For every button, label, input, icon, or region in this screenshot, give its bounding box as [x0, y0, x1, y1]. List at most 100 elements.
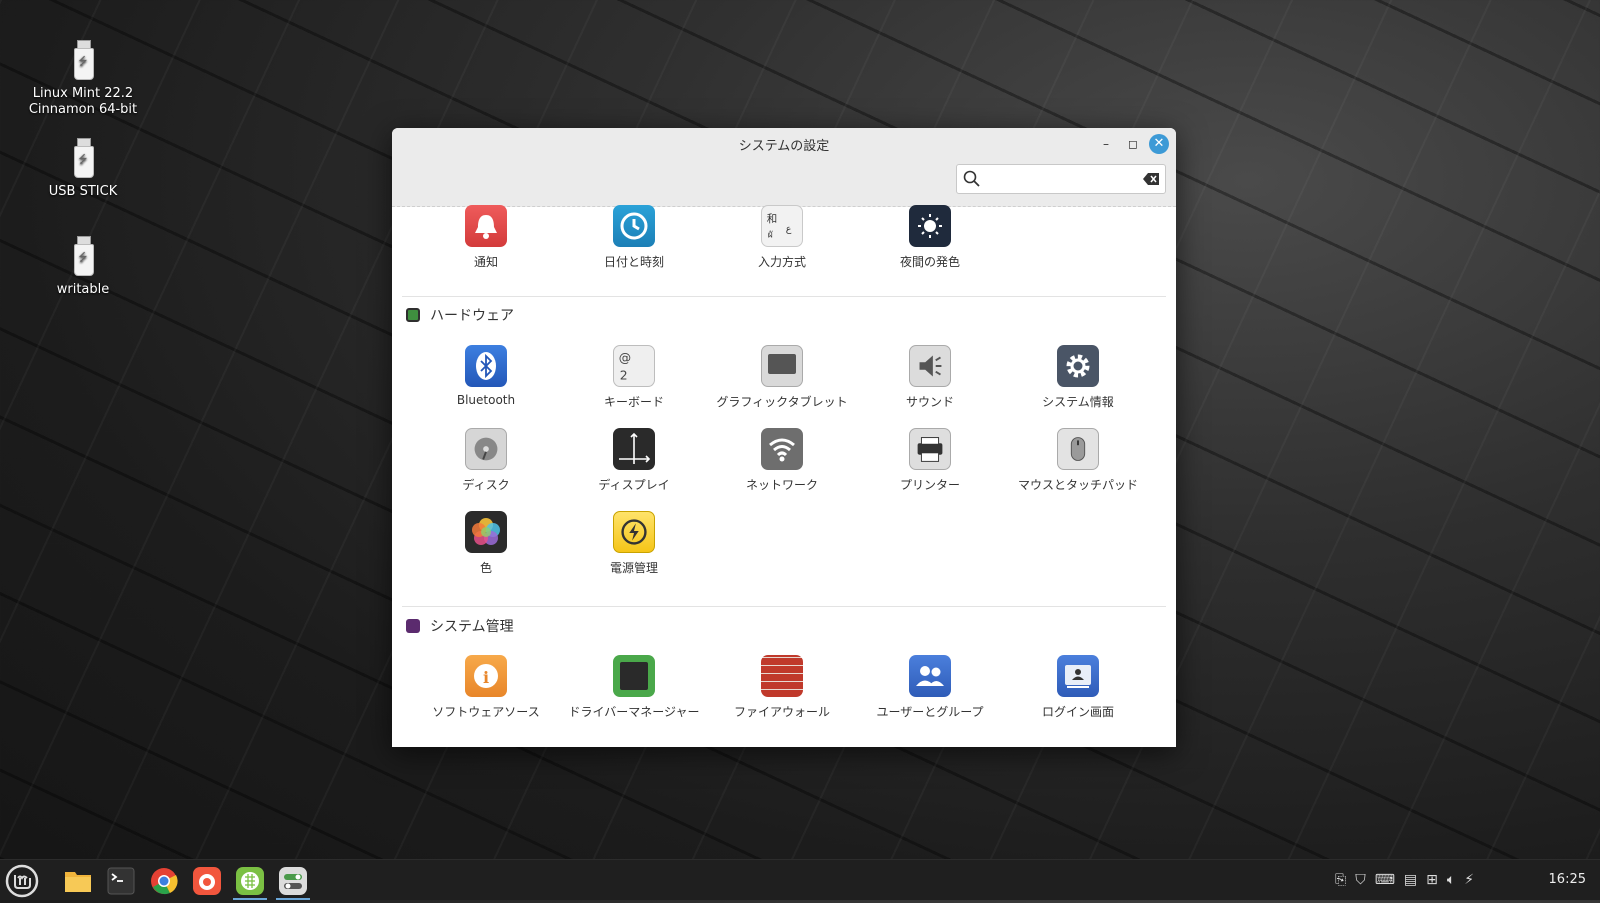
applet-network[interactable]: ネットワーク	[708, 428, 856, 493]
settings-icon	[279, 867, 307, 895]
applet-label: 電源管理	[609, 561, 658, 575]
applet-label: ドライバーマネージャー	[568, 705, 700, 719]
svg-text:和: 和	[767, 213, 777, 225]
applet-night-light[interactable]: 夜間の発色	[856, 205, 1004, 270]
usb-drive-icon: ⭍	[73, 236, 94, 276]
display-icon	[613, 428, 655, 470]
applet-input-method[interactable]: 和 ผั ع 入力方式	[708, 205, 856, 270]
desktop-icon-label: USB STICK	[48, 184, 118, 199]
applet-label: 日付と時刻	[603, 255, 664, 269]
login-window-icon	[1057, 655, 1099, 697]
taskbar-spreadsheet[interactable]	[231, 863, 269, 900]
applet-label: 通知	[473, 255, 498, 269]
notes-icon[interactable]: ▤	[1404, 872, 1417, 888]
keyboard-layout-icon[interactable]: ⌨	[1375, 872, 1395, 888]
taskbar-firefox[interactable]	[188, 863, 226, 899]
window-title: システムの設定	[738, 139, 830, 154]
titlebar[interactable]: システムの設定 – ◻ ✕	[392, 128, 1176, 207]
applet-software-sources[interactable]: i ソフトウェアソース	[412, 655, 560, 720]
maximize-button[interactable]: ◻	[1123, 134, 1143, 154]
applet-label: グラフィックタブレット	[716, 395, 848, 409]
applet-label: Bluetooth	[456, 393, 516, 407]
applet-label: ログイン画面	[1041, 705, 1114, 719]
applet-firewall[interactable]: ファイアウォール	[708, 655, 856, 720]
taskbar-system-settings[interactable]	[274, 863, 312, 900]
mouse-icon	[1057, 428, 1099, 470]
applet-label: ディスク	[462, 478, 510, 492]
search-field[interactable]	[956, 164, 1166, 194]
applet-sound[interactable]: サウンド	[856, 345, 1004, 410]
mint-menu-button[interactable]	[3, 863, 41, 899]
volume-icon[interactable]: 🔈︎	[1447, 872, 1455, 888]
input-method-icon: 和 ผั ع	[761, 205, 803, 247]
admin-terminal-icon	[406, 619, 420, 633]
clock[interactable]: 16:25	[1549, 872, 1586, 887]
applet-date-time[interactable]: 日付と時刻	[560, 205, 708, 270]
applet-color[interactable]: 色	[412, 511, 560, 576]
clock-icon	[613, 205, 655, 247]
printer-icon	[909, 428, 951, 470]
applet-label: マウスとタッチパッド	[1017, 478, 1138, 492]
applet-display[interactable]: ディスプレイ	[560, 428, 708, 493]
firefox-icon	[193, 867, 221, 895]
applet-label: ユーザーとグループ	[876, 705, 984, 719]
section-title: システム管理	[430, 619, 514, 635]
section-separator	[402, 606, 1166, 607]
desktop-icon-writable[interactable]: ⭍ writable	[28, 236, 138, 298]
network-tray-icon[interactable]: ⊞	[1426, 872, 1438, 888]
applet-label: 入力方式	[757, 255, 806, 269]
applet-login-window[interactable]: ログイン画面	[1004, 655, 1152, 720]
night-light-icon	[909, 205, 951, 247]
applet-keyboard[interactable]: @2 キーボード	[560, 345, 708, 410]
applet-mouse-touchpad[interactable]: マウスとタッチパッド	[1004, 428, 1152, 493]
driver-manager-icon	[613, 655, 655, 697]
applet-power-management[interactable]: 電源管理	[560, 511, 708, 576]
applet-label: ソフトウェアソース	[432, 705, 540, 719]
applet-notifications[interactable]: 通知	[412, 205, 560, 270]
power-tray-icon[interactable]: ⚡︎	[1464, 872, 1474, 888]
section-separator	[402, 296, 1166, 297]
taskbar: ⎘ ⛉ ⌨ ▤ ⊞ 🔈︎ ⚡︎ 16:25	[0, 859, 1600, 900]
svg-text:ع: ع	[786, 224, 792, 235]
system-settings-window: システムの設定 – ◻ ✕ 通知 日付と時刻 和ผั ع 入力方式 夜間の発色 …	[392, 128, 1176, 747]
section-header-hardware: ハードウェア	[406, 305, 514, 325]
usb-drive-icon: ⭍	[73, 138, 94, 178]
applet-system-info[interactable]: システム情報	[1004, 345, 1152, 410]
desktop-icon-usb-stick[interactable]: ⭍ USB STICK	[28, 138, 138, 200]
applet-graphics-tablet[interactable]: グラフィックタブレット	[708, 345, 856, 410]
mint-menu-icon	[5, 864, 39, 898]
applet-bluetooth[interactable]: Bluetooth	[412, 345, 560, 407]
search-input[interactable]	[985, 169, 1139, 191]
applet-label: システム情報	[1042, 395, 1114, 409]
svg-text:i: i	[483, 668, 489, 687]
applet-disks[interactable]: ディスク	[412, 428, 560, 493]
minimize-button[interactable]: –	[1096, 134, 1116, 154]
applet-label: サウンド	[905, 395, 954, 409]
sound-icon	[909, 345, 951, 387]
taskbar-terminal[interactable]	[102, 863, 140, 899]
svg-text:2: 2	[620, 368, 628, 382]
files-folder-icon	[65, 872, 91, 892]
search-icon	[963, 170, 980, 187]
clear-search-icon[interactable]	[1143, 173, 1159, 185]
keyboard-icon: @2	[613, 345, 655, 387]
taskbar-files[interactable]	[59, 863, 97, 899]
desktop-icon-label: Cinnamon 64-bit	[28, 102, 138, 117]
terminal-icon	[107, 867, 135, 895]
clipboard-icon[interactable]: ⎘	[1335, 872, 1346, 888]
applet-users-groups[interactable]: ユーザーとグループ	[856, 655, 1004, 720]
software-sources-icon: i	[465, 655, 507, 697]
applet-label: ファイアウォール	[733, 705, 830, 719]
applet-printers[interactable]: プリンター	[856, 428, 1004, 493]
close-button[interactable]: ✕	[1149, 134, 1169, 154]
color-icon	[465, 511, 507, 553]
applet-driver-manager[interactable]: ドライバーマネージャー	[560, 655, 708, 720]
system-info-gear-icon	[1057, 345, 1099, 387]
shield-icon[interactable]: ⛉	[1355, 872, 1366, 888]
desktop-icon-linux-mint[interactable]: ⭍ Linux Mint 22.2 Cinnamon 64-bit	[28, 40, 138, 118]
disk-icon	[465, 428, 507, 470]
desktop-icon-label: writable	[56, 282, 110, 297]
taskbar-chrome[interactable]	[145, 863, 183, 899]
usb-drive-icon: ⭍	[73, 40, 94, 80]
network-wifi-icon	[761, 428, 803, 470]
